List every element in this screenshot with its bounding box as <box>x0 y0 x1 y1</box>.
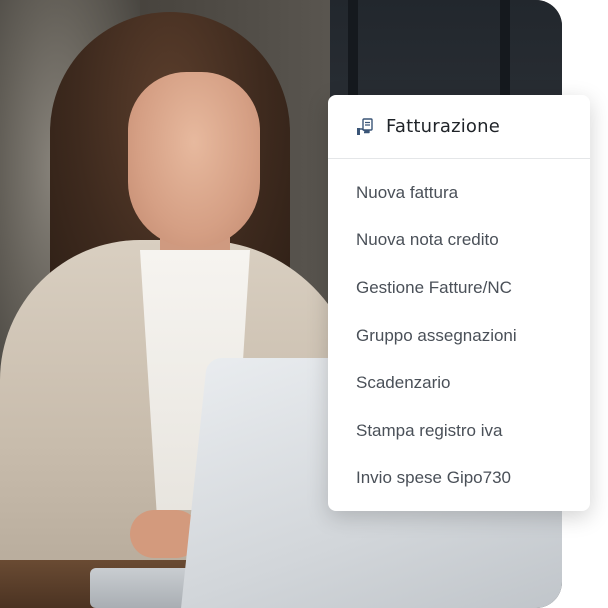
person-face <box>128 72 260 248</box>
menu-item-scadenzario[interactable]: Scadenzario <box>328 359 590 407</box>
menu-item-invio-spese-gipo730[interactable]: Invio spese Gipo730 <box>328 455 590 503</box>
menu-item-stampa-registro-iva[interactable]: Stampa registro iva <box>328 407 590 455</box>
menu-item-nuova-nota-credito[interactable]: Nuova nota credito <box>328 217 590 265</box>
menu-header: Fatturazione <box>328 95 590 159</box>
menu-item-gestione-fatture[interactable]: Gestione Fatture/NC <box>328 264 590 312</box>
menu-item-gruppo-assegnazioni[interactable]: Gruppo assegnazioni <box>328 312 590 360</box>
page: Fatturazione Nuova fattura Nuova nota cr… <box>0 0 608 608</box>
menu-title: Fatturazione <box>386 116 501 137</box>
menu-item-nuova-fattura[interactable]: Nuova fattura <box>328 169 590 217</box>
billing-menu-card: Fatturazione Nuova fattura Nuova nota cr… <box>328 95 590 511</box>
menu-list: Nuova fattura Nuova nota credito Gestion… <box>328 169 590 502</box>
invoice-hand-icon <box>356 117 376 137</box>
